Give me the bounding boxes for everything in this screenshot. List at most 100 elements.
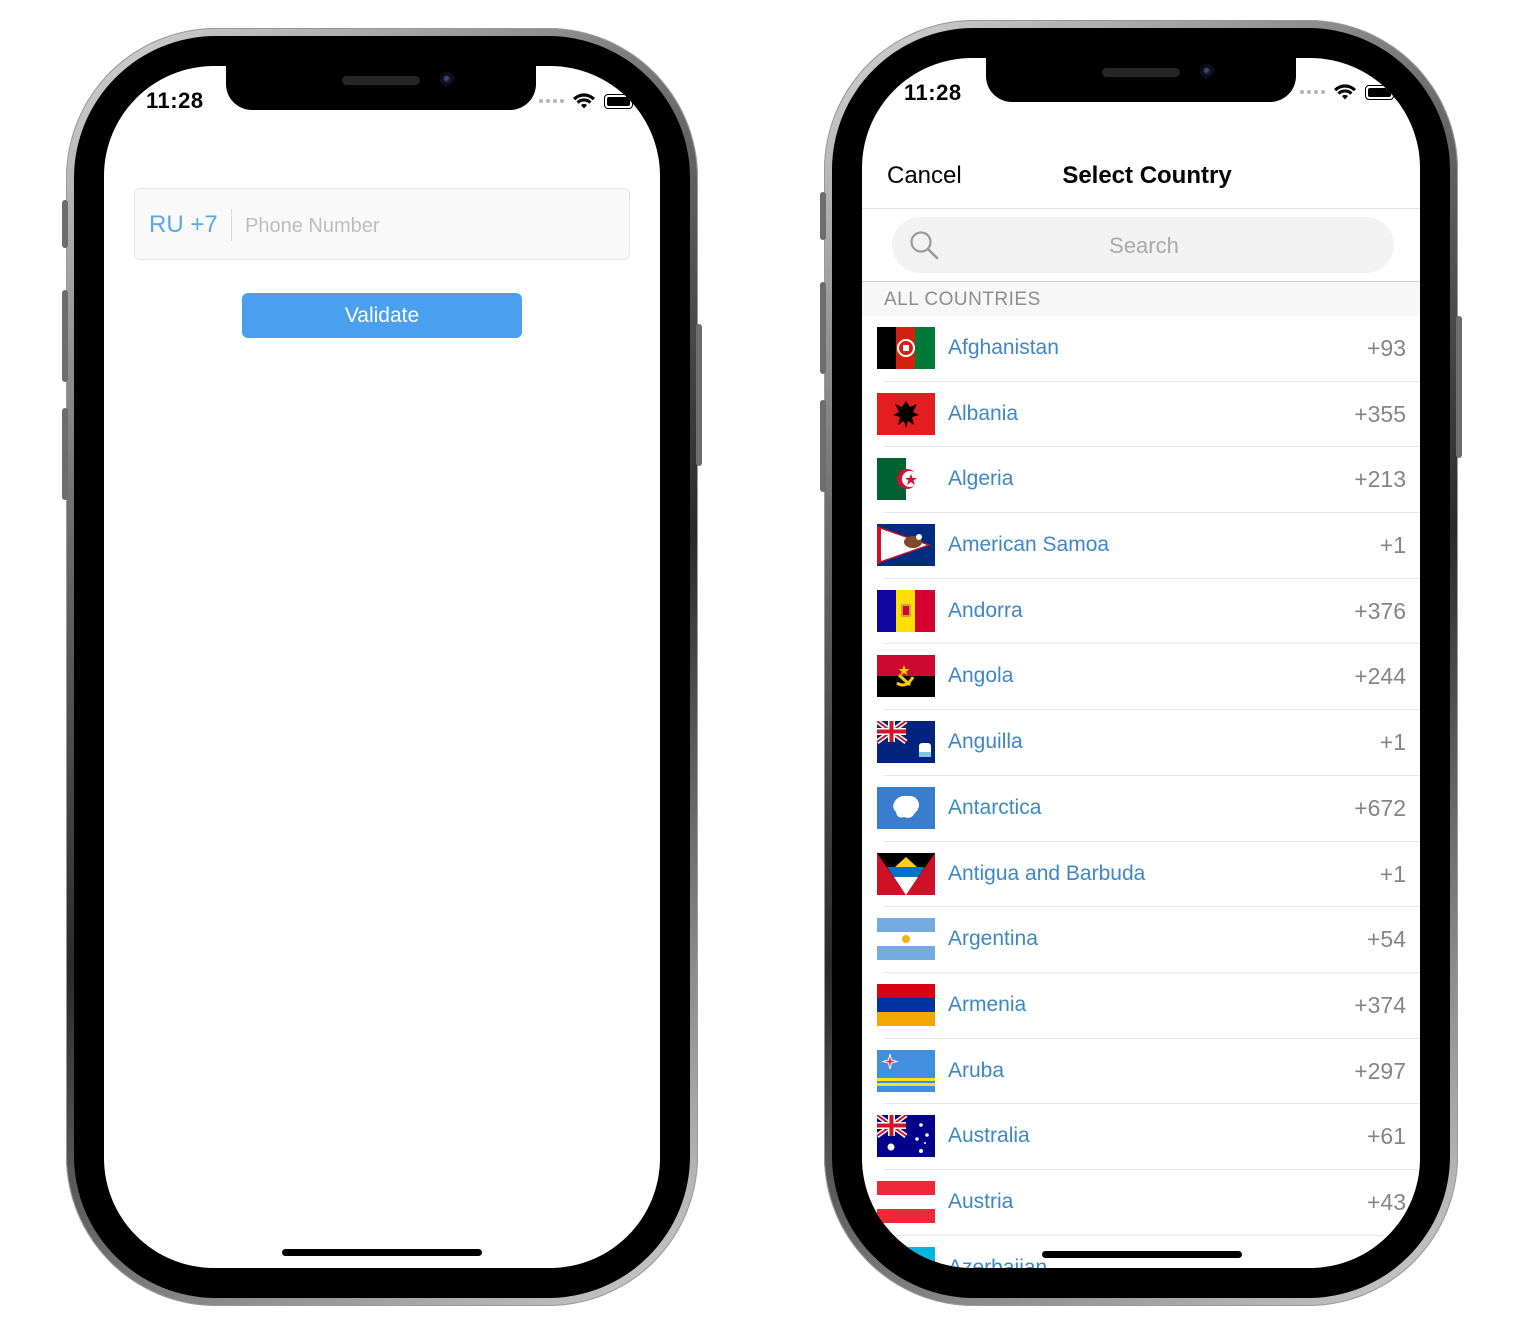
volume-up-button [62, 290, 68, 382]
dial-code: +1 [1379, 729, 1406, 756]
dial-code: +93 [1366, 335, 1406, 361]
home-indicator[interactable] [282, 1249, 482, 1256]
argentina-flag-icon [877, 918, 935, 961]
status-icons [539, 92, 637, 110]
country-name: Anguilla [948, 730, 1023, 754]
country-name: Antigua and Barbuda [948, 861, 1146, 885]
dial-code: +672 [1354, 794, 1406, 821]
dial-code: +43 [1366, 1188, 1406, 1215]
antigua-and-barbuda-flag-icon [877, 852, 935, 895]
country-name: Afghanistan [948, 336, 1059, 359]
notch [986, 58, 1296, 102]
armenia-flag-icon [877, 983, 935, 1026]
speaker-grille [342, 76, 420, 85]
validate-button[interactable]: Validate [242, 293, 522, 338]
country-name: Aruba [948, 1058, 1005, 1082]
antarctica-flag-icon [877, 786, 935, 829]
country-name: Albania [948, 401, 1019, 425]
andorra-flag-icon [877, 589, 935, 632]
phone-frame-right: 11:28 Select Country Cancel Search ALL C… [820, 20, 1462, 1306]
phone-number-input[interactable] [243, 203, 617, 249]
home-indicator[interactable] [1042, 1251, 1242, 1258]
search-field[interactable] [892, 217, 1394, 275]
country-row-anguilla[interactable]: Anguilla +1 [862, 710, 1420, 776]
country-name: Austria [948, 1189, 1014, 1213]
field-divider [231, 209, 232, 241]
dial-code: +213 [1354, 466, 1406, 493]
american-samoa-flag-icon [877, 524, 935, 567]
country-name: Australia [948, 1124, 1030, 1148]
country-row-australia[interactable]: Australia +61 [862, 1104, 1420, 1170]
dial-code: +1 [1379, 860, 1406, 887]
status-time: 11:28 [904, 80, 962, 105]
status-time: 11:28 [146, 88, 204, 113]
mute-switch [62, 200, 68, 248]
dial-code: +54 [1366, 926, 1406, 953]
speaker-grille [1102, 68, 1180, 77]
wifi-icon [573, 93, 595, 109]
status-icons [1300, 83, 1398, 101]
dial-code: +297 [1354, 1057, 1406, 1084]
country-row-angola[interactable]: Angola +244 [862, 644, 1420, 711]
country-name: Andorra [948, 598, 1023, 622]
notch [226, 66, 536, 110]
phone-frame-left: 11:28 RU +7 Validate [62, 28, 702, 1306]
country-row-argentina[interactable]: Argentina +54 [862, 907, 1420, 973]
australia-flag-icon [877, 1115, 935, 1158]
aruba-flag-icon [877, 1049, 935, 1092]
country-list: Afghanistan +93 Albania +355 Algeria +21… [862, 316, 1420, 1268]
country-name: Antarctica [948, 795, 1042, 819]
country-row-albania[interactable]: Albania +355 [862, 382, 1420, 448]
dial-code: +1 [1379, 532, 1406, 559]
country-row-afghanistan[interactable]: Afghanistan +93 [862, 316, 1420, 382]
country-name: Algeria [948, 467, 1014, 491]
wifi-icon [1334, 84, 1356, 100]
country-name: Azerbaijan [948, 1255, 1048, 1268]
search-input[interactable] [952, 217, 1336, 275]
cancel-button[interactable]: Cancel [887, 162, 962, 190]
camera-icon [440, 72, 454, 86]
camera-icon [1200, 64, 1214, 78]
austria-flag-icon [877, 1180, 935, 1223]
cellular-signal-icon [1300, 90, 1325, 94]
volume-down-button [820, 400, 826, 492]
country-picker-screen: 11:28 Select Country Cancel Search ALL C… [862, 58, 1420, 1268]
battery-icon [1365, 84, 1398, 100]
country-code-button[interactable]: RU +7 [149, 211, 218, 239]
algeria-flag-icon [877, 458, 935, 501]
country-name: Angola [948, 664, 1014, 688]
afghanistan-flag-icon [877, 327, 935, 369]
dial-code: +374 [1354, 991, 1406, 1018]
country-row-aruba[interactable]: Aruba +297 [862, 1039, 1420, 1105]
dial-code: +244 [1354, 663, 1406, 690]
country-row-antarctica[interactable]: Antarctica +672 [862, 776, 1420, 842]
power-button [1456, 316, 1462, 458]
country-name: Argentina [948, 927, 1038, 951]
volume-up-button [820, 282, 826, 374]
angola-flag-icon [877, 655, 935, 698]
dial-code: +376 [1354, 597, 1406, 624]
anguilla-flag-icon [877, 721, 935, 764]
azerbaijan-flag-icon [877, 1246, 935, 1268]
mute-switch [820, 192, 826, 240]
dial-code: +61 [1366, 1123, 1406, 1150]
phone-number-field: RU +7 [134, 188, 630, 260]
country-row-antigua-and-barbuda[interactable]: Antigua and Barbuda +1 [862, 842, 1420, 908]
country-name: Armenia [948, 992, 1027, 1016]
country-row-armenia[interactable]: Armenia +374 [862, 973, 1420, 1039]
country-row-austria[interactable]: Austria +43 [862, 1170, 1420, 1236]
country-row-algeria[interactable]: Algeria +213 [862, 447, 1420, 514]
section-header: ALL COUNTRIES [862, 282, 1420, 316]
search-icon [910, 231, 939, 260]
country-row-american-samoa[interactable]: American Samoa +1 [862, 513, 1420, 579]
phone-entry-screen: 11:28 RU +7 Validate [104, 66, 660, 1268]
country-name: American Samoa [948, 533, 1110, 557]
dial-code: +355 [1354, 400, 1406, 427]
search-bar [862, 209, 1420, 282]
dial-code: +994 [1354, 1254, 1406, 1268]
navigation-bar: Select Country Cancel [862, 146, 1420, 209]
volume-down-button [62, 408, 68, 500]
country-row-andorra[interactable]: Andorra +376 [862, 579, 1420, 645]
power-button [696, 324, 702, 466]
cellular-signal-icon [539, 99, 564, 103]
